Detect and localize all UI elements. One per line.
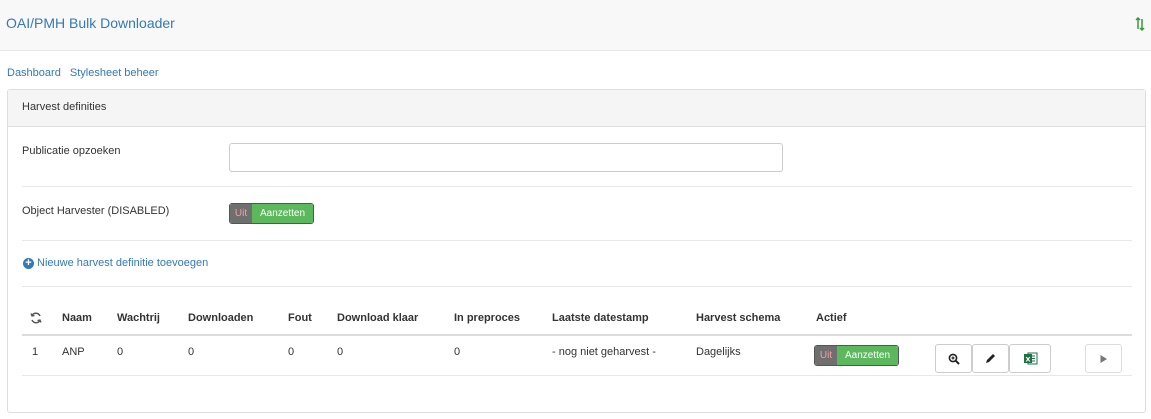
divider	[22, 286, 1132, 287]
toggle-on-label: Aanzetten	[837, 346, 898, 365]
divider	[22, 240, 1132, 241]
object-harvester-label: Object Harvester (DISABLED)	[22, 205, 170, 217]
play-icon	[1100, 354, 1107, 363]
col-harvest-schema[interactable]: Harvest schema	[696, 312, 780, 324]
brand-link[interactable]: OAI/PMH Bulk Downloader	[6, 15, 175, 31]
row-wachtrij: 0	[117, 346, 124, 358]
svg-text:X: X	[1025, 355, 1030, 363]
row-naam: ANP	[62, 346, 85, 358]
refresh-icon[interactable]	[30, 312, 42, 324]
row-in-preproces: 0	[454, 346, 461, 358]
harvest-panel: Harvest definities Publicatie opzoeken O…	[7, 89, 1146, 413]
toggle-off-label: Uit	[815, 346, 837, 365]
plus-circle-icon: +	[23, 257, 34, 269]
navbar: OAI/PMH Bulk Downloader	[0, 0, 1151, 51]
panel-title: Harvest definities	[8, 90, 1145, 127]
add-harvest-definition-link[interactable]: + Nieuwe harvest definitie toevoegen	[23, 257, 208, 269]
pencil-icon	[986, 354, 995, 363]
view-button[interactable]	[935, 344, 972, 373]
row-download-klaar: 0	[337, 346, 344, 358]
col-laatste-datestamp[interactable]: Laatste datestamp	[552, 312, 649, 324]
export-excel-button[interactable]: X	[1009, 344, 1051, 373]
excel-icon: X	[1023, 352, 1037, 365]
breadcrumb: Dashboard Stylesheet beheer	[7, 67, 165, 79]
run-harvest-button[interactable]	[1085, 344, 1122, 373]
object-harvester-toggle[interactable]: Uit Aanzetten	[229, 203, 314, 224]
divider	[22, 186, 1132, 187]
row-laatste-datestamp: - nog niet geharvest -	[552, 346, 656, 358]
col-wachtrij[interactable]: Wachtrij	[117, 312, 160, 324]
col-in-preproces[interactable]: In preproces	[454, 312, 520, 324]
edit-button[interactable]	[972, 344, 1009, 373]
row-downloaden: 0	[188, 346, 195, 358]
search-input[interactable]	[229, 143, 783, 172]
row-harvest-schema: Dagelijks	[696, 346, 741, 358]
row-fout: 0	[288, 346, 295, 358]
breadcrumb-stylesheet-beheer[interactable]: Stylesheet beheer	[70, 67, 159, 79]
col-fout[interactable]: Fout	[288, 312, 312, 324]
row-active-toggle[interactable]: Uit Aanzetten	[814, 345, 899, 366]
row-id: 1	[32, 346, 39, 358]
zoom-in-icon	[948, 353, 960, 365]
col-downloaden[interactable]: Downloaden	[188, 312, 253, 324]
breadcrumb-dashboard[interactable]: Dashboard	[7, 67, 61, 79]
add-harvest-definition-label: Nieuwe harvest definitie toevoegen	[37, 257, 209, 269]
table-header-divider	[22, 334, 1132, 336]
col-naam[interactable]: Naam	[62, 312, 92, 324]
sort-icon[interactable]	[1135, 17, 1145, 31]
toggle-on-label: Aanzetten	[252, 204, 313, 223]
search-label: Publicatie opzoeken	[22, 145, 121, 157]
col-download-klaar[interactable]: Download klaar	[337, 312, 418, 324]
table-row-divider	[22, 375, 1132, 376]
toggle-off-label: Uit	[230, 204, 252, 223]
col-actief[interactable]: Actief	[816, 312, 847, 324]
